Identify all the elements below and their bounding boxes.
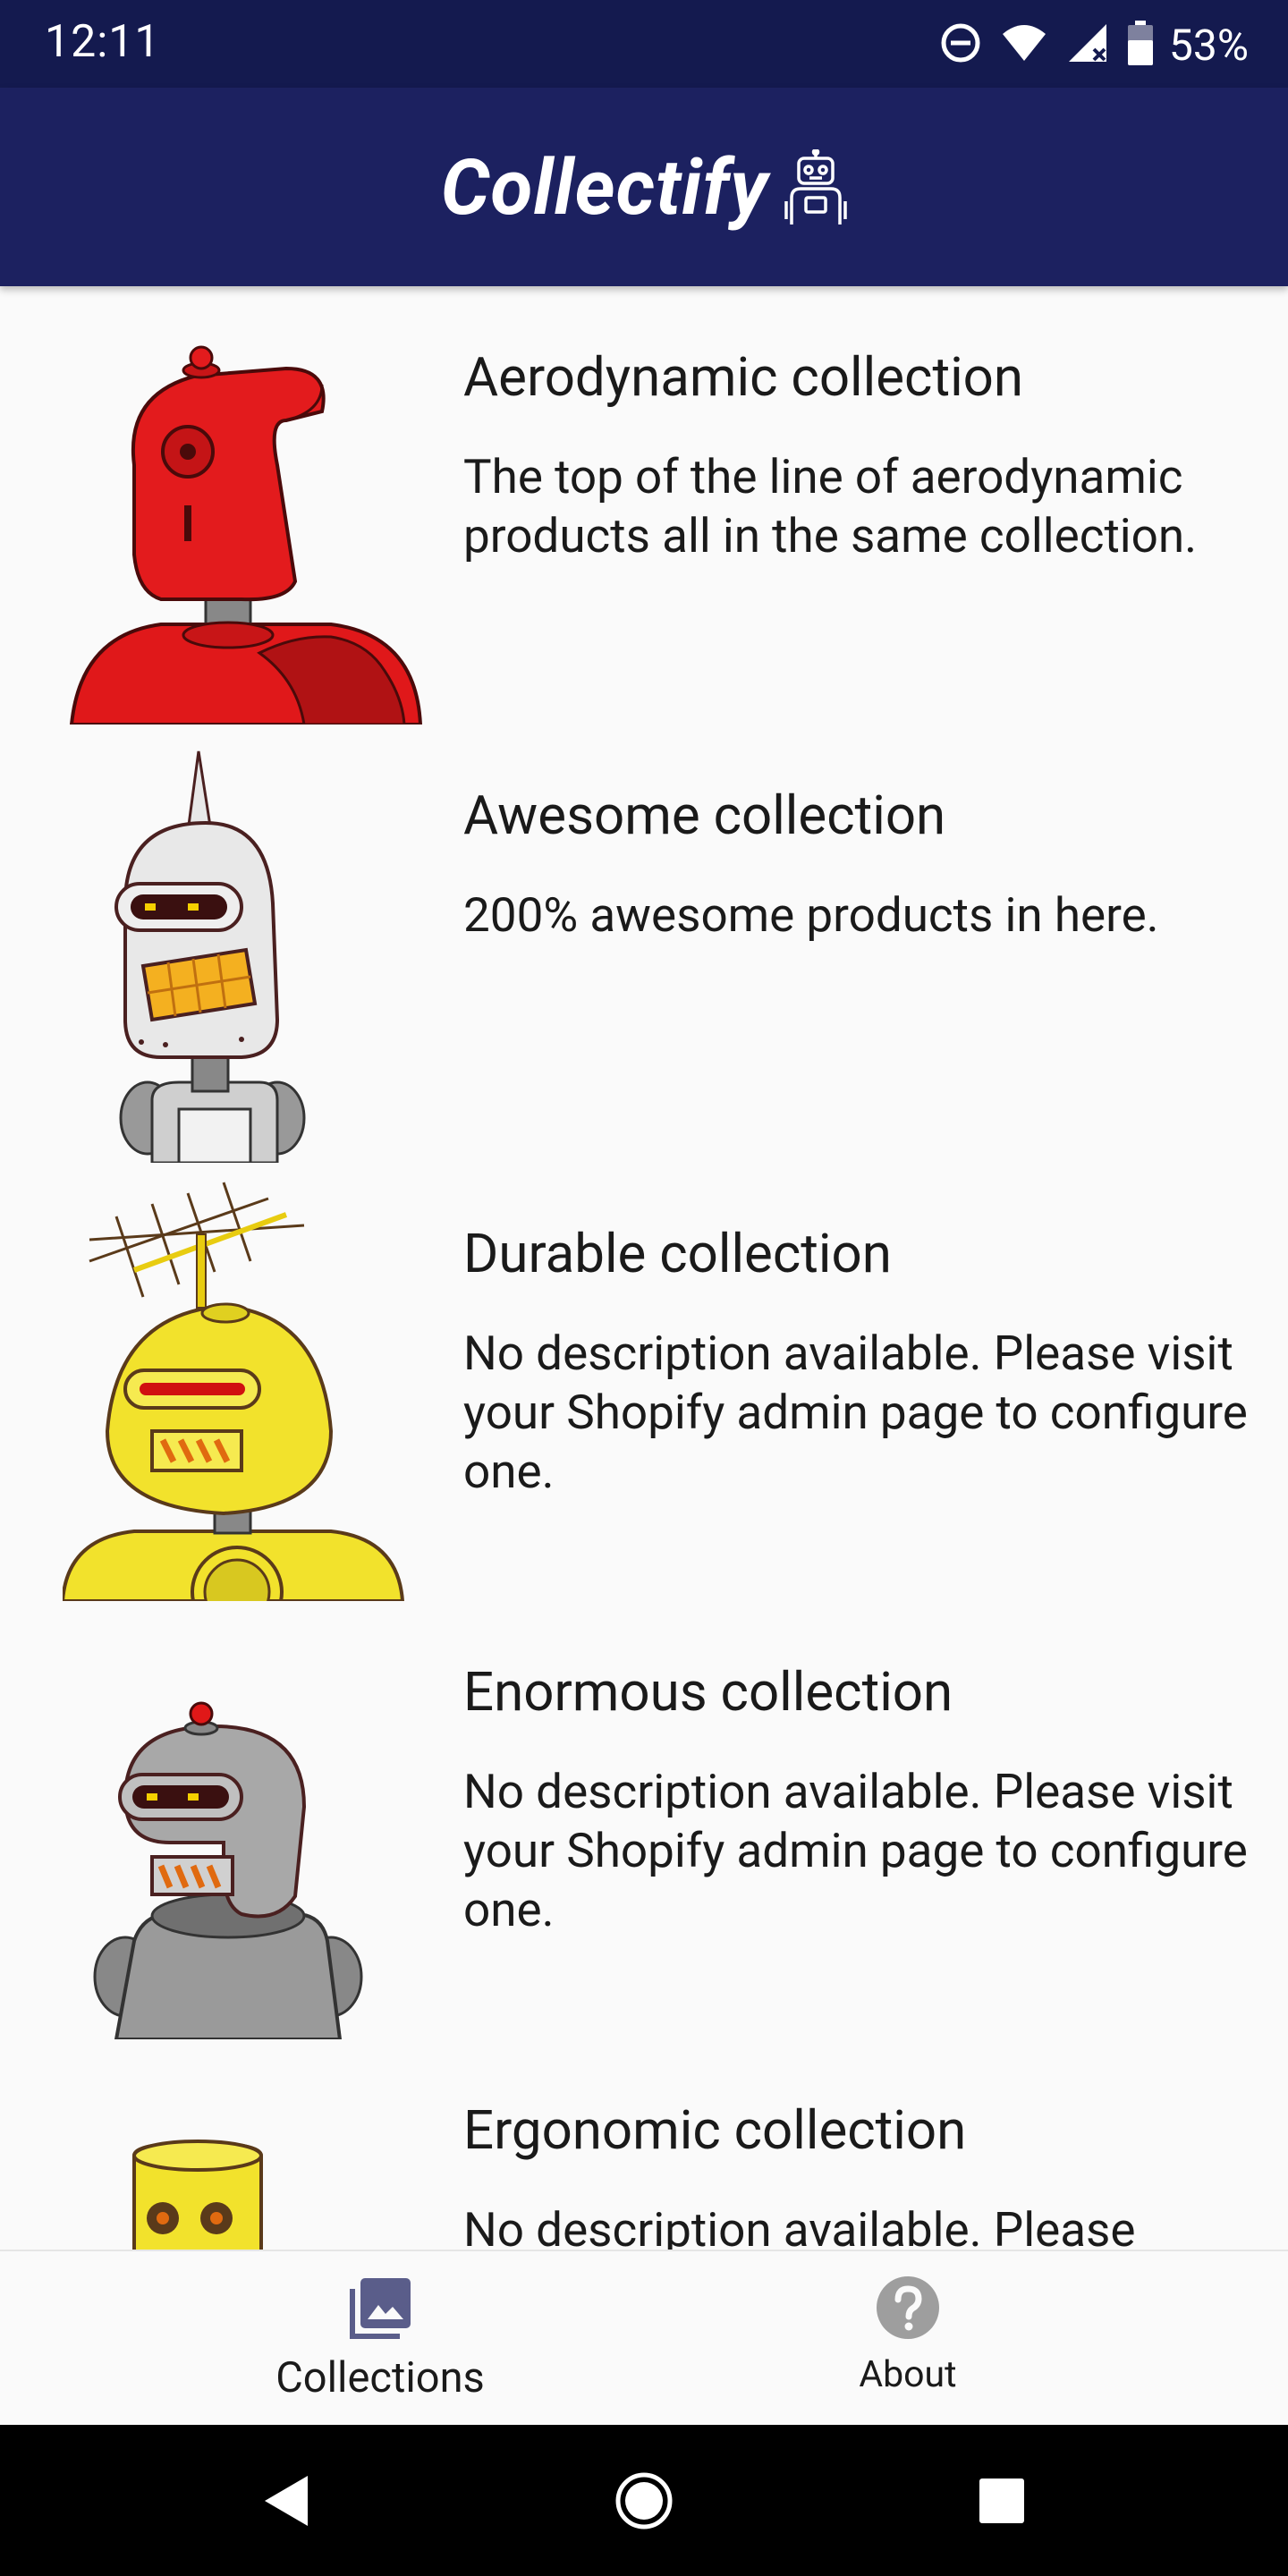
yellow-robot-icon bbox=[63, 2039, 429, 2250]
collection-title: Awesome collection bbox=[463, 784, 946, 847]
collection-title: Enormous collection bbox=[463, 1660, 953, 1724]
collection-item-durable[interactable]: Durable collection No description availa… bbox=[0, 1163, 1288, 1601]
help-circle-icon bbox=[875, 2275, 941, 2344]
collection-item-awesome[interactable]: Awesome collection 200% awesome products… bbox=[0, 724, 1288, 1163]
collection-title: Durable collection bbox=[463, 1222, 892, 1285]
cell-signal-icon bbox=[1067, 22, 1108, 67]
tab-collections[interactable]: Collections bbox=[0, 2251, 760, 2427]
tab-about-label: About bbox=[859, 2353, 957, 2396]
app-title: Collectify bbox=[440, 141, 769, 233]
white-robot-icon bbox=[63, 724, 429, 1163]
recents-icon[interactable] bbox=[957, 2425, 1046, 2576]
bottom-navigation: Collections About bbox=[0, 2250, 1288, 2425]
app-bar: Collectify bbox=[0, 88, 1288, 286]
collection-list[interactable]: Aerodynamic collection The top of the li… bbox=[0, 286, 1288, 2250]
tab-about[interactable]: About bbox=[760, 2251, 1055, 2427]
system-navigation-bar bbox=[0, 2425, 1288, 2576]
back-icon[interactable] bbox=[242, 2425, 331, 2576]
battery-percent: 53% bbox=[1168, 19, 1249, 71]
status-icons: 53% bbox=[940, 18, 1249, 72]
collection-description: No description available. Please visit y… bbox=[463, 1764, 1248, 1937]
status-time: 12:11 bbox=[45, 16, 161, 68]
collection-description: 200% awesome products in here. bbox=[463, 887, 1159, 943]
collection-title: Aerodynamic collection bbox=[463, 345, 1024, 409]
photo-library-icon bbox=[346, 2275, 414, 2346]
robot-icon bbox=[784, 148, 847, 230]
collection-item-ergonomic[interactable]: Ergonomic collection No description avai… bbox=[0, 2039, 1288, 2250]
battery-icon bbox=[1127, 21, 1153, 69]
home-icon[interactable] bbox=[599, 2425, 689, 2576]
collection-description: The top of the line of aerodynamic produ… bbox=[463, 449, 1198, 564]
collection-title: Ergonomic collection bbox=[463, 2098, 967, 2162]
do-not-disturb-icon bbox=[940, 22, 981, 67]
tab-collections-label: Collections bbox=[275, 2353, 485, 2402]
wifi-icon bbox=[1001, 23, 1047, 66]
red-robot-icon bbox=[63, 286, 429, 724]
yellow-antenna-robot-icon bbox=[63, 1163, 429, 1601]
collection-description: No description available. Please visit y… bbox=[463, 1326, 1248, 1499]
collection-item-aerodynamic[interactable]: Aerodynamic collection The top of the li… bbox=[0, 286, 1288, 724]
gray-robot-icon bbox=[63, 1601, 429, 2039]
collection-description: No description available. Please bbox=[463, 2202, 1136, 2250]
status-bar: 12:11 53% bbox=[0, 0, 1288, 88]
collection-item-enormous[interactable]: Enormous collection No description avail… bbox=[0, 1601, 1288, 2039]
